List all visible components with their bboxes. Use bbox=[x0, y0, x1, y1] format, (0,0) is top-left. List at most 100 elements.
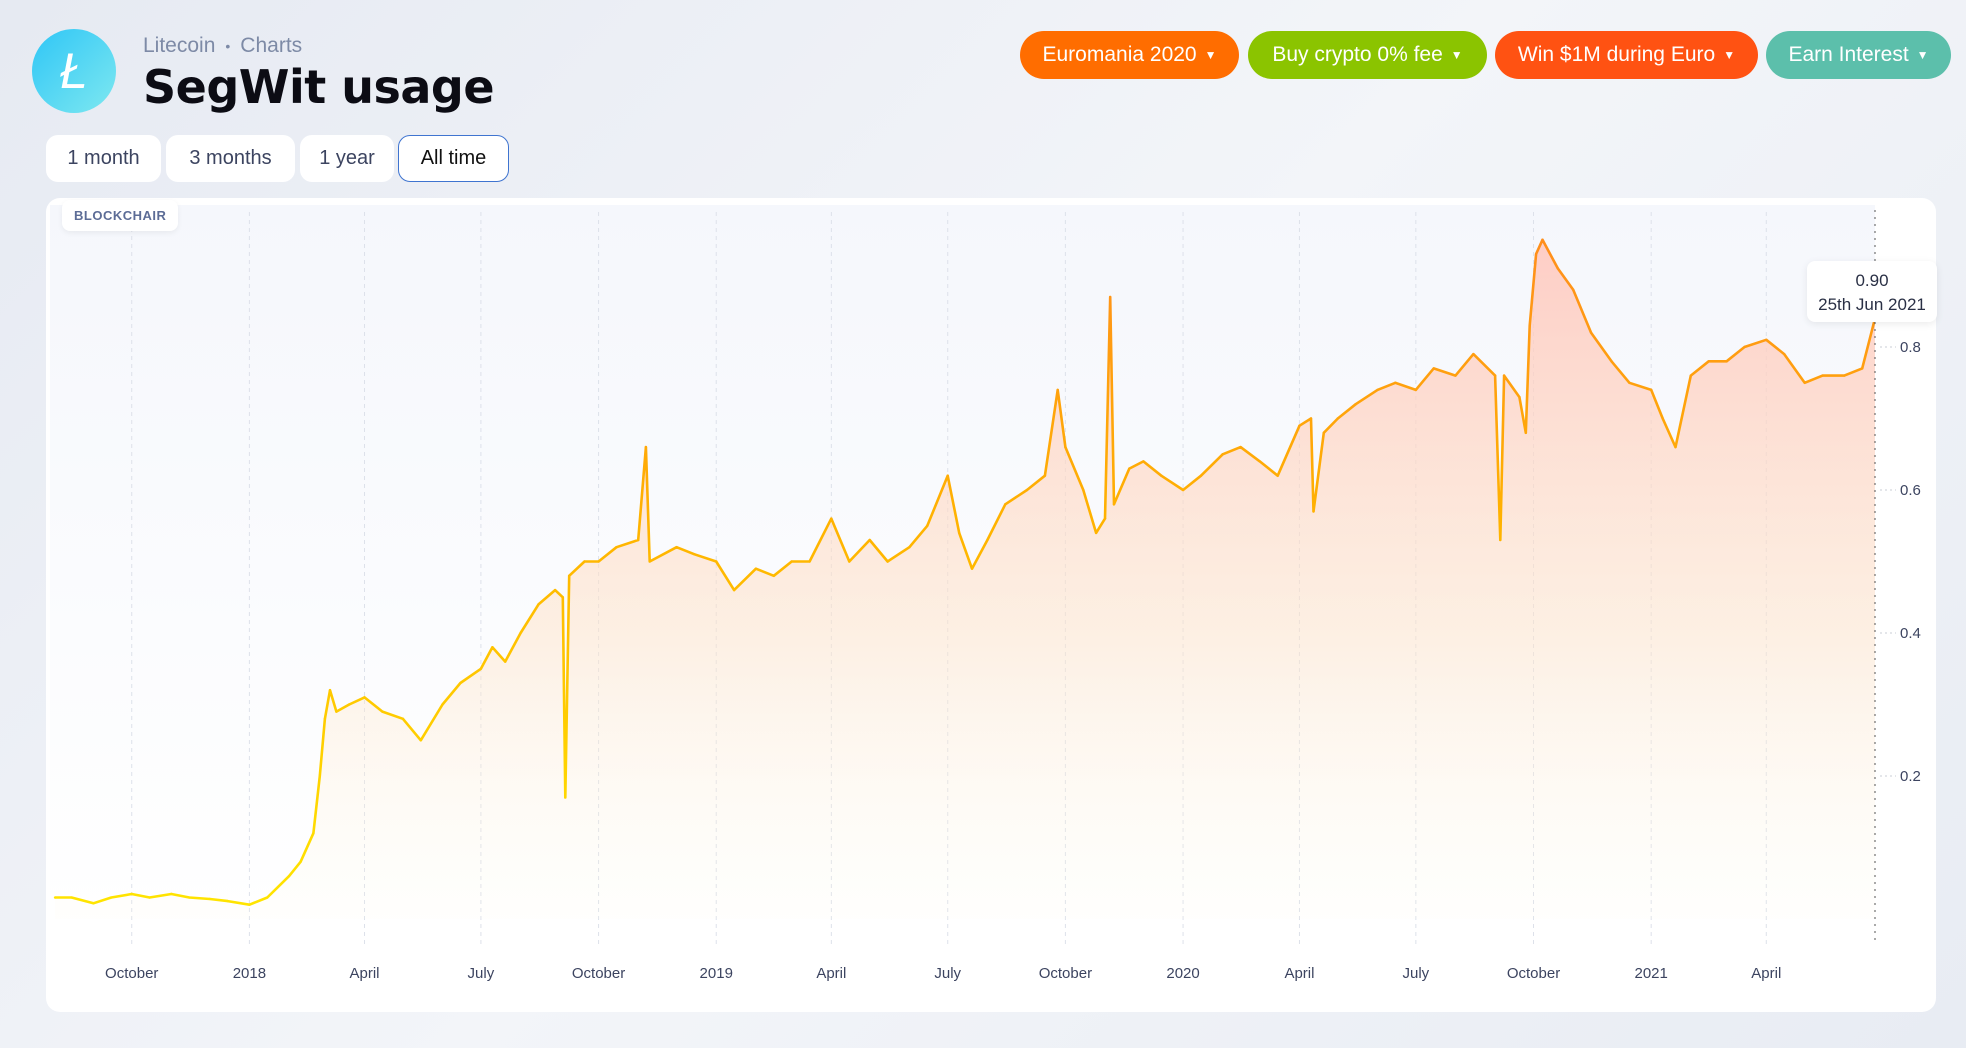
data-point bbox=[926, 524, 929, 527]
blockchair-watermark: BLOCKCHAIR bbox=[62, 200, 179, 231]
data-point bbox=[908, 546, 911, 549]
data-point bbox=[312, 832, 315, 835]
data-point bbox=[287, 874, 291, 878]
x-tick-label: October bbox=[1039, 965, 1092, 982]
data-point bbox=[1649, 388, 1653, 392]
data-point bbox=[564, 796, 567, 799]
x-tick-label: April bbox=[1284, 965, 1314, 982]
data-point bbox=[1336, 417, 1340, 420]
x-tick-label: October bbox=[572, 965, 625, 982]
data-point bbox=[1524, 431, 1528, 434]
data-point bbox=[1861, 367, 1864, 370]
data-point bbox=[1276, 474, 1279, 477]
data-point bbox=[1221, 453, 1224, 456]
data-point bbox=[1108, 295, 1112, 299]
data-point bbox=[615, 546, 618, 549]
x-tick-label: July bbox=[934, 965, 961, 982]
data-point bbox=[830, 517, 833, 520]
x-tick-label: 2020 bbox=[1166, 965, 1199, 982]
data-point bbox=[1414, 388, 1418, 392]
data-point bbox=[226, 899, 229, 903]
data-point bbox=[986, 538, 989, 542]
data-point bbox=[970, 567, 974, 570]
data-point bbox=[1454, 374, 1457, 377]
y-tick-label: 0.8 bbox=[1900, 339, 1921, 356]
data-point bbox=[148, 896, 151, 899]
data-point bbox=[1199, 474, 1203, 477]
data-point bbox=[1843, 374, 1846, 377]
data-point bbox=[675, 546, 678, 549]
x-tick-label: October bbox=[105, 965, 158, 982]
data-point bbox=[110, 896, 113, 899]
data-point bbox=[323, 717, 327, 720]
data-point bbox=[335, 710, 338, 713]
data-point bbox=[1628, 381, 1631, 384]
data-point bbox=[299, 860, 302, 863]
tooltip-value: 0.90 bbox=[1855, 271, 1889, 290]
data-point bbox=[363, 696, 366, 699]
data-point bbox=[1082, 488, 1085, 492]
x-tick-label: April bbox=[816, 965, 846, 982]
data-point bbox=[886, 560, 889, 563]
data-point bbox=[1725, 360, 1728, 363]
data-point bbox=[648, 560, 651, 563]
data-point bbox=[868, 538, 871, 542]
data-point bbox=[188, 896, 191, 899]
data-point bbox=[1376, 388, 1379, 392]
x-tick-label: July bbox=[1402, 965, 1429, 982]
data-point bbox=[537, 603, 540, 606]
data-point bbox=[170, 892, 173, 896]
data-point bbox=[1689, 374, 1693, 377]
data-point bbox=[328, 689, 332, 692]
data-point bbox=[1239, 445, 1242, 449]
data-point bbox=[1499, 538, 1502, 542]
data-point bbox=[946, 474, 949, 477]
data-point bbox=[347, 703, 351, 706]
data-point bbox=[1004, 503, 1007, 506]
data-point bbox=[1661, 417, 1664, 420]
data-point bbox=[401, 717, 405, 720]
data-point bbox=[479, 667, 483, 670]
data-point bbox=[1782, 352, 1786, 356]
data-point bbox=[1025, 488, 1029, 492]
data-point bbox=[459, 681, 462, 685]
data-point bbox=[53, 896, 57, 899]
data-point bbox=[1354, 403, 1357, 406]
data-point bbox=[644, 445, 648, 449]
data-point bbox=[1493, 374, 1497, 377]
data-point bbox=[958, 531, 961, 535]
data-point bbox=[1298, 424, 1301, 427]
data-point bbox=[1803, 381, 1806, 384]
data-point bbox=[693, 553, 696, 556]
segwit-usage-chart[interactable]: October 2018 April July October 2019 April July… bbox=[0, 0, 1966, 1048]
data-point bbox=[1610, 360, 1613, 363]
data-point bbox=[318, 774, 321, 778]
data-point bbox=[419, 739, 422, 742]
data-point bbox=[754, 567, 758, 570]
x-tick-label: 2021 bbox=[1634, 965, 1667, 982]
data-point bbox=[1472, 352, 1475, 356]
data-point bbox=[772, 574, 775, 577]
data-point bbox=[1043, 474, 1047, 477]
data-point bbox=[848, 560, 851, 563]
data-point bbox=[1541, 238, 1544, 241]
data-point bbox=[1258, 460, 1262, 463]
data-point bbox=[1142, 460, 1145, 463]
data-point bbox=[567, 574, 571, 577]
data-point bbox=[1064, 445, 1067, 449]
x-tick-label: July bbox=[468, 965, 495, 982]
data-point bbox=[1765, 338, 1768, 342]
data-point bbox=[597, 560, 600, 563]
data-point bbox=[1309, 417, 1313, 420]
tooltip-date: 25th Jun 2021 bbox=[1818, 295, 1926, 314]
data-point bbox=[1322, 431, 1325, 434]
data-point bbox=[1312, 510, 1315, 513]
y-tick-label: 0.2 bbox=[1900, 768, 1921, 785]
x-tick-label: April bbox=[350, 965, 380, 982]
data-point bbox=[504, 660, 507, 663]
chart-tooltip: 0.90 25th Jun 2021 bbox=[1807, 261, 1937, 322]
data-point bbox=[1094, 531, 1098, 535]
data-point bbox=[1556, 267, 1560, 270]
data-point bbox=[808, 560, 811, 563]
data-point bbox=[208, 897, 211, 901]
